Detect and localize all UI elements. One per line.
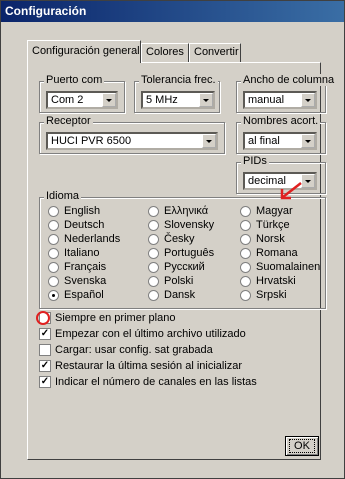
checkbox-label: Indicar el número de canales en las list…: [55, 376, 257, 388]
radio-circle[interactable]: [48, 220, 59, 231]
title-bar[interactable]: Configuración: [1, 1, 344, 22]
radio-circle[interactable]: [148, 220, 159, 231]
radio-label: Ελληνικά: [164, 205, 209, 217]
idioma-legend: Idioma: [44, 190, 82, 202]
radio-label: Türkçe: [256, 219, 290, 231]
radio-label: English: [64, 205, 101, 217]
tolerancia-group: Tolerancia frec. 5 MHz: [134, 74, 220, 113]
idioma-group: Idioma English Deutsch Nederlands Italia…: [39, 190, 326, 309]
radio-label: Romana: [256, 247, 298, 259]
puerto-com-select[interactable]: Com 2: [46, 91, 118, 109]
ok-button[interactable]: OK: [285, 436, 319, 456]
radio-label: Česky: [164, 233, 195, 245]
chevron-down-icon[interactable]: [301, 93, 315, 107]
radio-label: Norsk: [256, 233, 285, 245]
tolerancia-select[interactable]: 5 MHz: [141, 91, 215, 109]
radio-circle[interactable]: [240, 276, 251, 287]
checkmark-icon[interactable]: ✓: [39, 376, 51, 388]
receptor-legend: Receptor: [44, 115, 93, 127]
radio-label: Magyar: [256, 205, 293, 217]
radio-label: Deutsch: [64, 219, 105, 231]
puerto-com-value: Com 2: [51, 94, 84, 106]
radio-circle[interactable]: [240, 234, 251, 245]
pids-legend: PIDs: [241, 155, 269, 167]
puerto-com-legend: Puerto com: [44, 74, 105, 86]
receptor-value: HUCI PVR 6500: [51, 135, 132, 147]
checkmark-icon[interactable]: ✓: [39, 360, 51, 372]
ancho-columna-select[interactable]: manual: [243, 91, 317, 109]
radio-circle[interactable]: [48, 206, 59, 217]
radio-label: Português: [164, 247, 215, 259]
checkbox-label: Restaurar la última sesión al inicializa…: [55, 360, 243, 372]
radio-label: Slovensky: [164, 219, 215, 231]
tab-colores[interactable]: Colores: [141, 43, 189, 62]
radio-circle[interactable]: [240, 220, 251, 231]
ancho-columna-legend: Ancho de columna: [241, 74, 337, 86]
tolerancia-value: 5 MHz: [146, 94, 178, 106]
radio-circle[interactable]: [148, 206, 159, 217]
radio-circle[interactable]: [148, 276, 159, 287]
ancho-columna-group: Ancho de columna manual: [236, 74, 337, 113]
radio-circle[interactable]: [148, 290, 159, 301]
radio-circle-selected[interactable]: [48, 290, 59, 301]
ancho-columna-value: manual: [248, 94, 285, 106]
radio-label: Polski: [164, 275, 194, 287]
checkbox-label: Siempre en primer plano: [55, 312, 176, 324]
red-arrow-annotation: [280, 182, 302, 200]
radio-label: Nederlands: [64, 233, 121, 245]
radio-circle[interactable]: [48, 234, 59, 245]
red-circle-annotation: [36, 311, 50, 325]
checkmark-icon[interactable]: ✓: [39, 328, 51, 340]
radio-circle[interactable]: [240, 262, 251, 273]
radio-circle[interactable]: [48, 276, 59, 287]
chevron-down-icon[interactable]: [102, 93, 116, 107]
radio-circle[interactable]: [240, 206, 251, 217]
radio-label: Русский: [164, 261, 205, 273]
nombres-acort-group: Nombres acort. al final: [236, 115, 326, 154]
chevron-down-icon[interactable]: [199, 93, 213, 107]
tolerancia-legend: Tolerancia frec.: [139, 74, 218, 86]
radio-circle[interactable]: [148, 262, 159, 273]
checkbox-box[interactable]: [39, 344, 51, 356]
radio-circle[interactable]: [240, 248, 251, 259]
nombres-acort-select[interactable]: al final: [243, 132, 317, 150]
nombres-acort-legend: Nombres acort.: [241, 115, 321, 127]
nombres-acort-value: al final: [248, 135, 280, 147]
tab-convertir[interactable]: Convertir: [189, 43, 241, 62]
radio-label: Italiano: [64, 247, 100, 259]
radio-circle[interactable]: [48, 262, 59, 273]
radio-circle[interactable]: [148, 234, 159, 245]
radio-circle[interactable]: [148, 248, 159, 259]
radio-circle[interactable]: [48, 248, 59, 259]
radio-label: Español: [64, 289, 104, 301]
receptor-group: Receptor HUCI PVR 6500: [39, 115, 225, 154]
radio-label: Dansk: [164, 289, 196, 301]
radio-label: Suomalainen: [256, 261, 321, 273]
radio-label: Français: [64, 261, 107, 273]
configuracion-dialog: Configuración Configuración general Colo…: [0, 0, 345, 479]
radio-circle[interactable]: [240, 290, 251, 301]
receptor-select[interactable]: HUCI PVR 6500: [46, 132, 218, 150]
checkbox-label: Empezar con el último archivo utilizado: [55, 328, 246, 340]
ok-button-label: OK: [289, 439, 315, 453]
checkbox-label: Cargar: usar config. sat grabada: [55, 344, 213, 356]
tab-configuracion-general[interactable]: Configuración general: [27, 40, 141, 63]
radio-label: Hrvatski: [256, 275, 296, 287]
radio-label: Svenska: [64, 275, 107, 287]
chevron-down-icon[interactable]: [301, 134, 315, 148]
radio-label: Srpski: [256, 289, 287, 301]
puerto-com-group: Puerto com Com 2: [39, 74, 125, 113]
chevron-down-icon[interactable]: [202, 134, 216, 148]
